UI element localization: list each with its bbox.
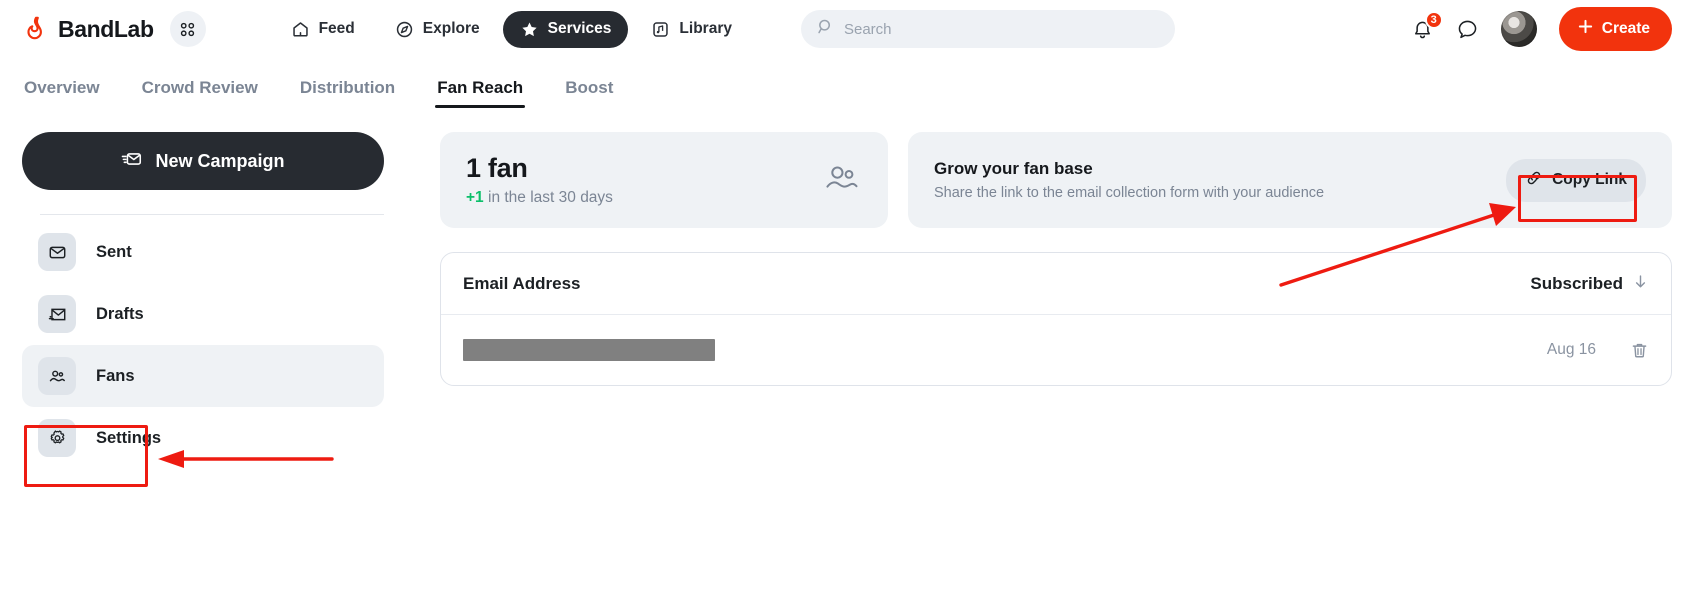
- notifications-button[interactable]: 3: [1411, 18, 1434, 41]
- send-mail-icon: [121, 148, 143, 175]
- stat-cards-row: 1 fan +1 in the last 30 days Grow your f…: [440, 132, 1672, 228]
- page-body: New Campaign Sent Drafts Fans Sett: [0, 118, 1694, 469]
- fan-count: 1 fan: [466, 153, 613, 184]
- library-music-icon: [651, 20, 670, 39]
- copy-link-button[interactable]: Copy Link: [1506, 159, 1646, 202]
- table-header-row: Email Address Subscribed: [441, 253, 1671, 315]
- tab-boost[interactable]: Boost: [563, 72, 615, 114]
- nav-item-library[interactable]: Library: [634, 11, 749, 48]
- fan-delta-value: +1: [466, 189, 484, 206]
- sidebar-label-drafts: Drafts: [96, 305, 144, 324]
- nav-item-services[interactable]: Services: [503, 11, 629, 48]
- grow-text: Grow your fan base Share the link to the…: [934, 159, 1324, 201]
- nav-label-services: Services: [548, 20, 612, 38]
- new-campaign-label: New Campaign: [155, 151, 284, 172]
- messages-button[interactable]: [1456, 18, 1479, 41]
- star-icon: [520, 20, 539, 39]
- row-meta: Aug 16: [1547, 341, 1649, 360]
- column-header-subscribed[interactable]: Subscribed: [1530, 273, 1649, 295]
- people-icon: [38, 357, 76, 395]
- nav-label-feed: Feed: [319, 20, 355, 38]
- grid-apps-icon[interactable]: [170, 11, 206, 47]
- bandlab-logo[interactable]: BandLab: [22, 15, 154, 43]
- nav-item-feed[interactable]: Feed: [274, 11, 372, 48]
- sidebar-item-fans[interactable]: Fans: [22, 345, 384, 407]
- tab-overview[interactable]: Overview: [22, 72, 102, 114]
- mail-icon: [38, 233, 76, 271]
- fan-delta-suffix: in the last 30 days: [484, 189, 613, 206]
- draft-mail-icon: [38, 295, 76, 333]
- sidebar-item-settings[interactable]: Settings: [22, 407, 384, 469]
- fans-stat-card: 1 fan +1 in the last 30 days: [440, 132, 888, 228]
- chat-bubble-icon: [1456, 18, 1479, 41]
- tab-crowd-review[interactable]: Crowd Review: [140, 72, 260, 114]
- home-icon: [291, 20, 310, 39]
- column-header-email: Email Address: [463, 274, 580, 294]
- tab-fan-reach[interactable]: Fan Reach: [435, 72, 525, 114]
- sidebar-item-sent[interactable]: Sent: [22, 221, 384, 283]
- notification-badge: 3: [1425, 11, 1443, 29]
- create-label: Create: [1602, 20, 1650, 38]
- plus-icon: [1577, 18, 1594, 40]
- fans-stat-text: 1 fan +1 in the last 30 days: [466, 153, 613, 206]
- app-header: BandLab Feed Explore Services: [0, 0, 1694, 58]
- primary-nav: Feed Explore Services Library: [274, 11, 749, 48]
- email-redacted: [463, 339, 715, 361]
- row-subscribed-date: Aug 16: [1547, 341, 1596, 359]
- nav-label-library: Library: [679, 20, 732, 38]
- arrow-down-icon: [1632, 273, 1649, 295]
- grow-fan-base-card: Grow your fan base Share the link to the…: [908, 132, 1672, 228]
- compass-icon: [395, 20, 414, 39]
- grow-subtitle: Share the link to the email collection f…: [934, 185, 1324, 201]
- tab-distribution[interactable]: Distribution: [298, 72, 397, 114]
- nav-item-explore[interactable]: Explore: [378, 11, 497, 48]
- link-icon: [1525, 169, 1543, 192]
- search-placeholder: Search: [844, 21, 892, 38]
- grow-title: Grow your fan base: [934, 159, 1324, 179]
- grid-apps-glyph: [179, 21, 196, 38]
- sidebar-divider: [40, 214, 384, 215]
- section-tabs: Overview Crowd Review Distribution Fan R…: [0, 58, 1694, 118]
- trash-icon[interactable]: [1630, 341, 1649, 360]
- new-campaign-button[interactable]: New Campaign: [22, 132, 384, 190]
- sidebar-label-fans: Fans: [96, 367, 135, 386]
- create-button[interactable]: Create: [1559, 7, 1672, 51]
- header-actions: 3 Create: [1411, 7, 1672, 51]
- avatar[interactable]: [1501, 11, 1537, 47]
- search-icon: [817, 18, 834, 40]
- search-input[interactable]: Search: [801, 10, 1175, 48]
- table-row[interactable]: Aug 16: [441, 315, 1671, 385]
- bandlab-logo-icon: [22, 15, 50, 43]
- sidebar-label-settings: Settings: [96, 429, 161, 448]
- nav-label-explore: Explore: [423, 20, 480, 38]
- sidebar-label-sent: Sent: [96, 243, 132, 262]
- copy-link-label: Copy Link: [1552, 171, 1627, 189]
- gear-icon: [38, 419, 76, 457]
- brand-name: BandLab: [58, 16, 154, 43]
- sidebar: New Campaign Sent Drafts Fans Sett: [22, 118, 402, 469]
- main-content: 1 fan +1 in the last 30 days Grow your f…: [402, 118, 1672, 469]
- people-icon: [822, 158, 862, 203]
- column-header-subscribed-label: Subscribed: [1530, 274, 1623, 294]
- fan-delta: +1 in the last 30 days: [466, 189, 613, 207]
- sidebar-item-drafts[interactable]: Drafts: [22, 283, 384, 345]
- fans-table: Email Address Subscribed Aug 16: [440, 252, 1672, 386]
